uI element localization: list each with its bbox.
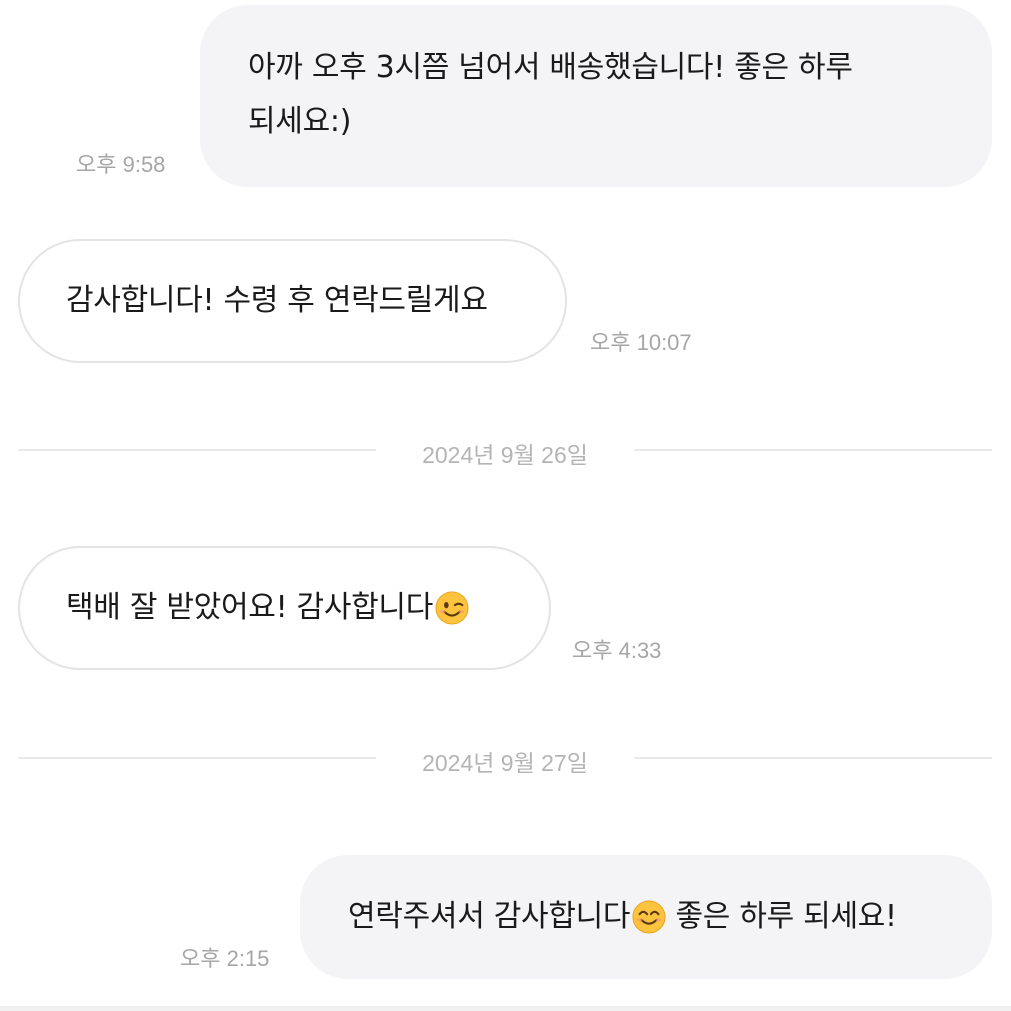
bottom-divider (0, 1006, 1011, 1011)
message-text: 감사합니다! 수령 후 연락드릴게요 (66, 283, 488, 318)
date-separator-line (18, 449, 376, 451)
message-text: 좋은 하루 되세요! (666, 899, 897, 934)
message-timestamp: 오후 10:07 (590, 330, 692, 355)
message-text: 택배 잘 받았어요! 감사합니다 (66, 590, 434, 625)
message-timestamp: 오후 2:15 (180, 946, 270, 971)
date-separator-line (634, 449, 992, 451)
message-bubble-received[interactable]: 택배 잘 받았어요! 감사합니다 (18, 546, 551, 670)
message-bubble-received[interactable]: 감사합니다! 수령 후 연락드릴게요 (18, 239, 567, 363)
message-text: 연락주셔서 감사합니다 (348, 899, 631, 934)
date-separator-line (634, 757, 992, 759)
message-bubble-sent[interactable]: 연락주셔서 감사합니다 좋은 하루 되세요! (300, 855, 992, 979)
smiling-face-emoji-icon (632, 900, 666, 934)
message-timestamp: 오후 9:58 (76, 152, 166, 177)
message-timestamp: 오후 4:33 (572, 638, 662, 663)
message-text-line: 아까 오후 3시쯤 넘어서 배송했습니다! 좋은 하루 (248, 50, 853, 85)
message-bubble-sent[interactable]: 아까 오후 3시쯤 넘어서 배송했습니다! 좋은 하루 되세요:) (200, 5, 992, 187)
date-separator: 2024년 9월 26일 (422, 442, 588, 468)
message-text-line: 되세요:) (248, 104, 352, 139)
date-separator: 2024년 9월 27일 (422, 750, 588, 776)
winking-face-emoji-icon (435, 591, 469, 625)
date-separator-line (18, 757, 376, 759)
